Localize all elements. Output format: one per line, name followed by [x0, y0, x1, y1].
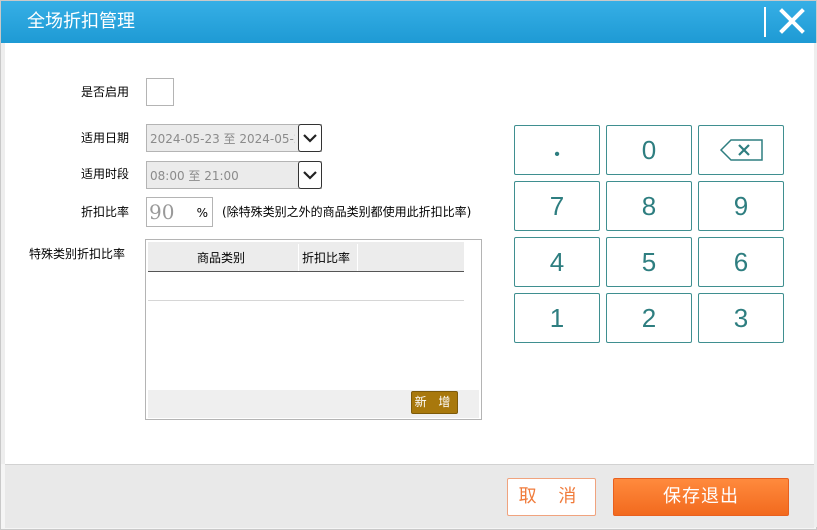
- key-3[interactable]: 3: [698, 293, 784, 343]
- discount-rate-value: 90: [149, 200, 175, 224]
- time-label: 适用时段: [81, 167, 130, 181]
- key-6[interactable]: 6: [698, 237, 784, 287]
- close-button[interactable]: [769, 3, 815, 41]
- time-range-value: 08:00 至 21:00: [150, 169, 239, 183]
- key-2[interactable]: 2: [606, 293, 692, 343]
- key-5[interactable]: 5: [606, 237, 692, 287]
- close-icon: [779, 8, 805, 34]
- date-label: 适用日期: [81, 131, 130, 145]
- table-header: 商品类别 折扣比率: [148, 242, 464, 272]
- date-range-select[interactable]: 2024-05-23 至 2024-05-23: [146, 124, 322, 152]
- title-bar: 全场折扣管理: [1, 1, 816, 43]
- discount-note: (除特殊类别之外的商品类别都使用此折扣比率): [222, 205, 472, 219]
- key-7[interactable]: 7: [514, 181, 600, 231]
- enable-label: 是否启用: [81, 85, 130, 99]
- date-dropdown-button[interactable]: [298, 124, 322, 152]
- special-category-table: 商品类别 折扣比率 新 增: [145, 239, 482, 420]
- key-8[interactable]: 8: [606, 181, 692, 231]
- dot-icon: •: [554, 146, 560, 163]
- chevron-down-icon: [303, 134, 317, 143]
- save-exit-button[interactable]: 保存退出: [613, 478, 789, 516]
- dialog-footer: 取 消 保存退出: [5, 464, 814, 528]
- key-1[interactable]: 1: [514, 293, 600, 343]
- key-dot[interactable]: •: [514, 125, 600, 175]
- column-category: 商品类别: [197, 251, 246, 265]
- dialog-title: 全场折扣管理: [27, 11, 135, 32]
- key-4[interactable]: 4: [514, 237, 600, 287]
- cancel-button[interactable]: 取 消: [507, 478, 596, 516]
- numeric-keypad: • 0 7 8 9 4 5 6 1 2 3: [508, 121, 788, 345]
- table-row[interactable]: [148, 272, 464, 301]
- dialog-body: 是否启用 适用日期 2024-05-23 至 2024-05-23 适用时段 0…: [5, 43, 814, 464]
- chevron-down-icon: [303, 171, 317, 180]
- enable-checkbox[interactable]: [146, 78, 174, 106]
- key-0[interactable]: 0: [606, 125, 692, 175]
- time-dropdown-button[interactable]: [298, 161, 322, 189]
- column-divider: [357, 244, 358, 271]
- special-category-label: 特殊类别折扣比率: [29, 247, 126, 261]
- key-backspace[interactable]: [698, 125, 784, 175]
- add-button[interactable]: 新 增: [411, 391, 458, 414]
- date-range-value: 2024-05-23 至 2024-05-23: [150, 132, 295, 146]
- discount-rate-input[interactable]: 90 %: [146, 197, 213, 227]
- percent-unit: %: [196, 206, 208, 220]
- column-discount-rate: 折扣比率: [302, 251, 351, 265]
- key-9[interactable]: 9: [698, 181, 784, 231]
- time-range-select[interactable]: 08:00 至 21:00: [146, 161, 322, 189]
- discount-dialog: 全场折扣管理 是否启用 适用日期 2024-05-23 至 2024-05-23…: [0, 0, 817, 530]
- discount-label: 折扣比率: [81, 205, 130, 219]
- column-divider: [298, 244, 299, 271]
- backspace-icon: [719, 139, 763, 161]
- title-separator: [764, 7, 766, 37]
